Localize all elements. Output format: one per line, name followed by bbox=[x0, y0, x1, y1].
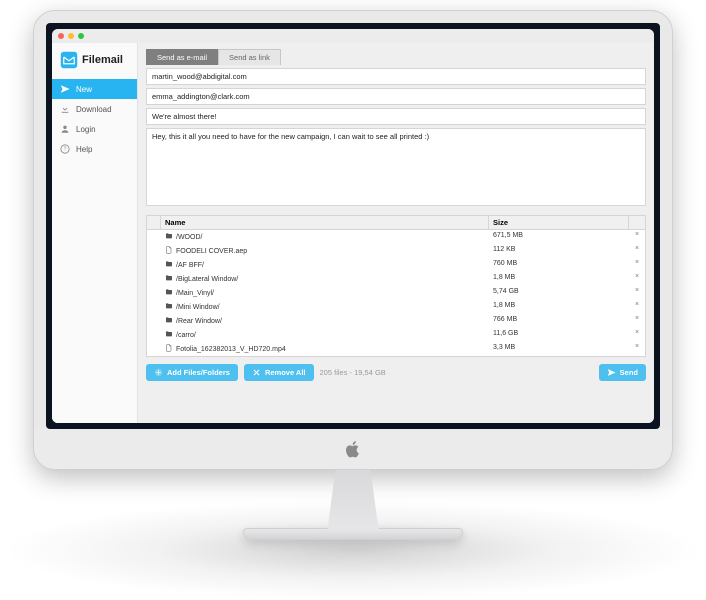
file-name: /WOOD/ bbox=[176, 234, 202, 241]
button-label: Add Files/Folders bbox=[167, 368, 230, 377]
brand-logo: Filemail bbox=[52, 43, 137, 79]
from-field[interactable] bbox=[146, 88, 646, 105]
sidebar-item-label: Help bbox=[76, 145, 92, 154]
sidebar-item-label: New bbox=[76, 85, 92, 94]
folder-icon bbox=[165, 302, 173, 312]
imac-frame: Filemail New Download Login bbox=[33, 10, 673, 540]
table-row[interactable]: Fotolia_162382013_V_HD720.mp4 3,3 MB× bbox=[147, 342, 645, 356]
send-mode-tabs: Send as e-mail Send as link bbox=[146, 49, 646, 65]
table-row[interactable]: /carro/11,6 GB× bbox=[147, 328, 645, 342]
folder-icon bbox=[165, 232, 173, 242]
sidebar-item-help[interactable]: ? Help bbox=[52, 139, 137, 159]
file-name: Fotolia_162382013_V_HD720.mp4 bbox=[176, 346, 286, 353]
file-summary: 205 files - 19,54 GB bbox=[320, 368, 386, 377]
file-size: 1,8 MB bbox=[489, 301, 629, 313]
remove-row-button[interactable]: × bbox=[629, 287, 645, 299]
table-row[interactable]: /AF BFF/760 MB× bbox=[147, 258, 645, 272]
folder-icon bbox=[165, 330, 173, 340]
col-size[interactable]: Size bbox=[489, 216, 629, 229]
close-icon[interactable] bbox=[58, 33, 64, 39]
plus-icon bbox=[154, 368, 163, 377]
table-row[interactable]: FOODELI COVER.aep 112 KB× bbox=[147, 244, 645, 258]
sidebar-item-label: Login bbox=[76, 125, 96, 134]
folder-icon bbox=[165, 316, 173, 326]
brand-name: Filemail bbox=[82, 54, 123, 66]
remove-row-button[interactable]: × bbox=[629, 343, 645, 355]
add-files-button[interactable]: Add Files/Folders bbox=[146, 364, 238, 381]
sidebar-item-download[interactable]: Download bbox=[52, 99, 137, 119]
remove-all-button[interactable]: Remove All bbox=[244, 364, 314, 381]
file-name: /Rear Window/ bbox=[176, 318, 222, 325]
to-field[interactable] bbox=[146, 68, 646, 85]
sidebar-item-login[interactable]: Login bbox=[52, 119, 137, 139]
button-label: Send bbox=[620, 368, 638, 377]
subject-field[interactable] bbox=[146, 108, 646, 125]
table-row[interactable]: /Main_Vinyl/5,74 GB× bbox=[147, 286, 645, 300]
user-icon bbox=[60, 124, 70, 134]
message-field[interactable] bbox=[146, 128, 646, 206]
file-name: /Mini Window/ bbox=[176, 304, 220, 311]
files-table: Name Size /WOOD/671,5 MB×FOODELI COVER.a… bbox=[146, 215, 646, 357]
paper-plane-icon bbox=[60, 84, 70, 94]
table-row[interactable]: /Mini Window/1,8 MB× bbox=[147, 300, 645, 314]
folder-icon bbox=[165, 260, 173, 270]
sidebar: Filemail New Download Login bbox=[52, 43, 138, 423]
file-size: 112 KB bbox=[489, 245, 629, 257]
sidebar-item-label: Download bbox=[76, 105, 112, 114]
remove-row-button[interactable]: × bbox=[629, 259, 645, 271]
remove-row-button[interactable]: × bbox=[629, 231, 645, 243]
file-name: /AF BFF/ bbox=[176, 262, 204, 269]
remove-row-button[interactable]: × bbox=[629, 315, 645, 327]
filemail-logo-icon bbox=[60, 51, 78, 69]
table-header: Name Size bbox=[147, 216, 645, 230]
app-window: Filemail New Download Login bbox=[52, 29, 654, 423]
folder-icon bbox=[165, 274, 173, 284]
minimize-icon[interactable] bbox=[68, 33, 74, 39]
file-size: 1,8 MB bbox=[489, 273, 629, 285]
file-size: 11,6 GB bbox=[489, 329, 629, 341]
paper-plane-icon bbox=[607, 368, 616, 377]
send-button[interactable]: Send bbox=[599, 364, 646, 381]
maximize-icon[interactable] bbox=[78, 33, 84, 39]
tab-send-link[interactable]: Send as link bbox=[218, 49, 281, 65]
remove-row-button[interactable]: × bbox=[629, 301, 645, 313]
remove-row-button[interactable]: × bbox=[629, 245, 645, 257]
sidebar-item-new[interactable]: New bbox=[52, 79, 137, 99]
file-name: /carro/ bbox=[176, 332, 196, 339]
file-icon bbox=[165, 246, 173, 256]
file-name: /BigLateral Window/ bbox=[176, 276, 238, 283]
window-titlebar bbox=[52, 29, 654, 43]
table-row[interactable]: /Rear Window/766 MB× bbox=[147, 314, 645, 328]
download-icon bbox=[60, 104, 70, 114]
table-row[interactable]: /BigLateral Window/1,8 MB× bbox=[147, 272, 645, 286]
file-size: 5,74 GB bbox=[489, 287, 629, 299]
help-icon: ? bbox=[60, 144, 70, 154]
file-size: 671,5 MB bbox=[489, 231, 629, 243]
file-size: 760 MB bbox=[489, 259, 629, 271]
folder-icon bbox=[165, 288, 173, 298]
remove-row-button[interactable]: × bbox=[629, 329, 645, 341]
col-name[interactable]: Name bbox=[161, 216, 489, 229]
main-panel: Send as e-mail Send as link Name bbox=[138, 43, 654, 423]
remove-row-button[interactable]: × bbox=[629, 273, 645, 285]
file-icon bbox=[165, 344, 173, 354]
table-row[interactable]: /WOOD/671,5 MB× bbox=[147, 230, 645, 244]
file-name: /Main_Vinyl/ bbox=[176, 290, 214, 297]
x-icon bbox=[252, 368, 261, 377]
file-name: FOODELI COVER.aep bbox=[176, 248, 247, 255]
footer-bar: Add Files/Folders Remove All 205 files -… bbox=[146, 364, 646, 381]
svg-text:?: ? bbox=[64, 147, 67, 153]
file-size: 3,3 MB bbox=[489, 343, 629, 355]
apple-logo-icon bbox=[343, 437, 363, 461]
file-size: 766 MB bbox=[489, 315, 629, 327]
button-label: Remove All bbox=[265, 368, 306, 377]
tab-send-email[interactable]: Send as e-mail bbox=[146, 49, 218, 65]
